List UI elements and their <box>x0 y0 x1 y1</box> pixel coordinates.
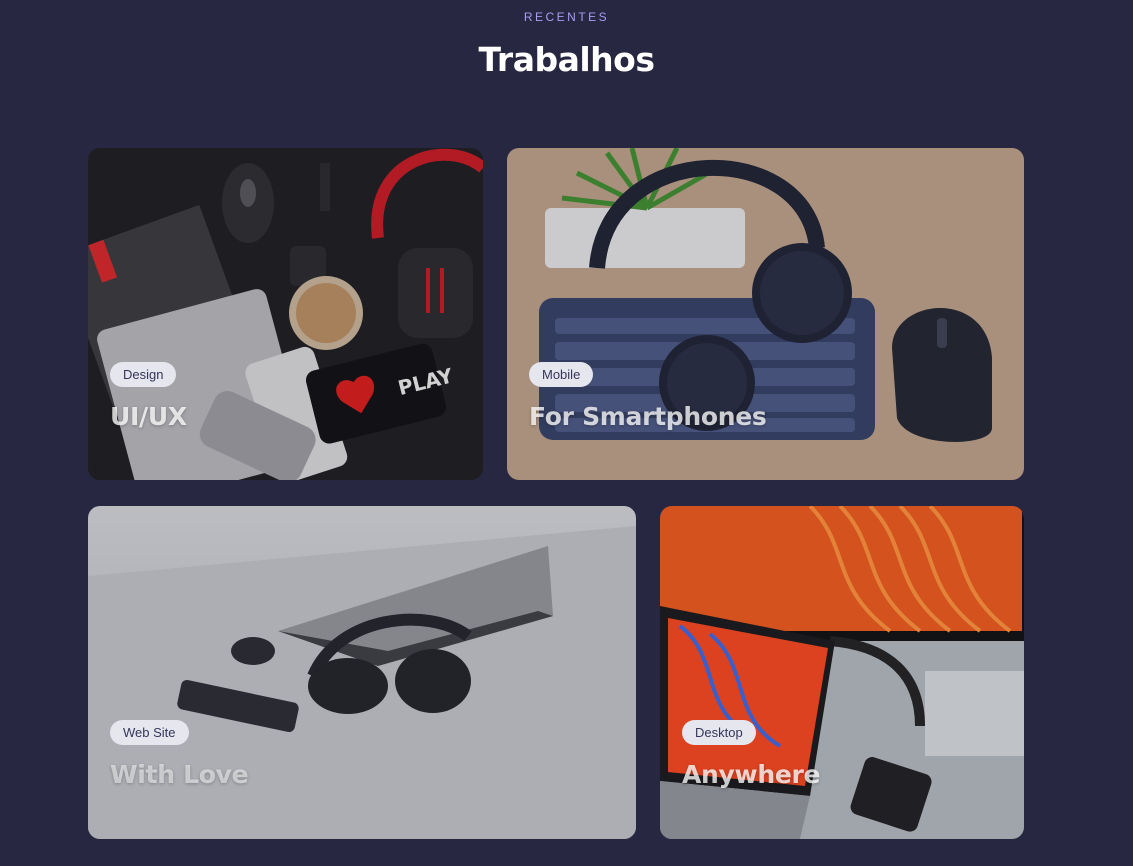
card-tag[interactable]: Desktop <box>682 720 756 745</box>
card-title: UI/UX <box>110 402 187 431</box>
card-title: With Love <box>110 760 249 789</box>
monitor-laptop-photo <box>660 506 1024 839</box>
work-card-ui-ux[interactable]: PLAY Design UI/UX <box>88 148 483 480</box>
card-tag[interactable]: Web Site <box>110 720 189 745</box>
work-card-with-love[interactable]: Web Site With Love <box>88 506 636 839</box>
section-title: Trabalhos <box>478 40 655 79</box>
laptop-headphones-photo <box>88 506 636 839</box>
card-title: For Smartphones <box>529 402 767 431</box>
section-eyebrow: RECENTES <box>523 10 610 24</box>
card-tag[interactable]: Design <box>110 362 177 387</box>
work-card-anywhere[interactable]: Desktop Anywhere <box>660 506 1024 839</box>
work-card-for-smartphones[interactable]: Mobile For Smartphones <box>507 148 1024 480</box>
card-tag[interactable]: Mobile <box>529 362 594 387</box>
card-title: Anywhere <box>682 760 821 789</box>
